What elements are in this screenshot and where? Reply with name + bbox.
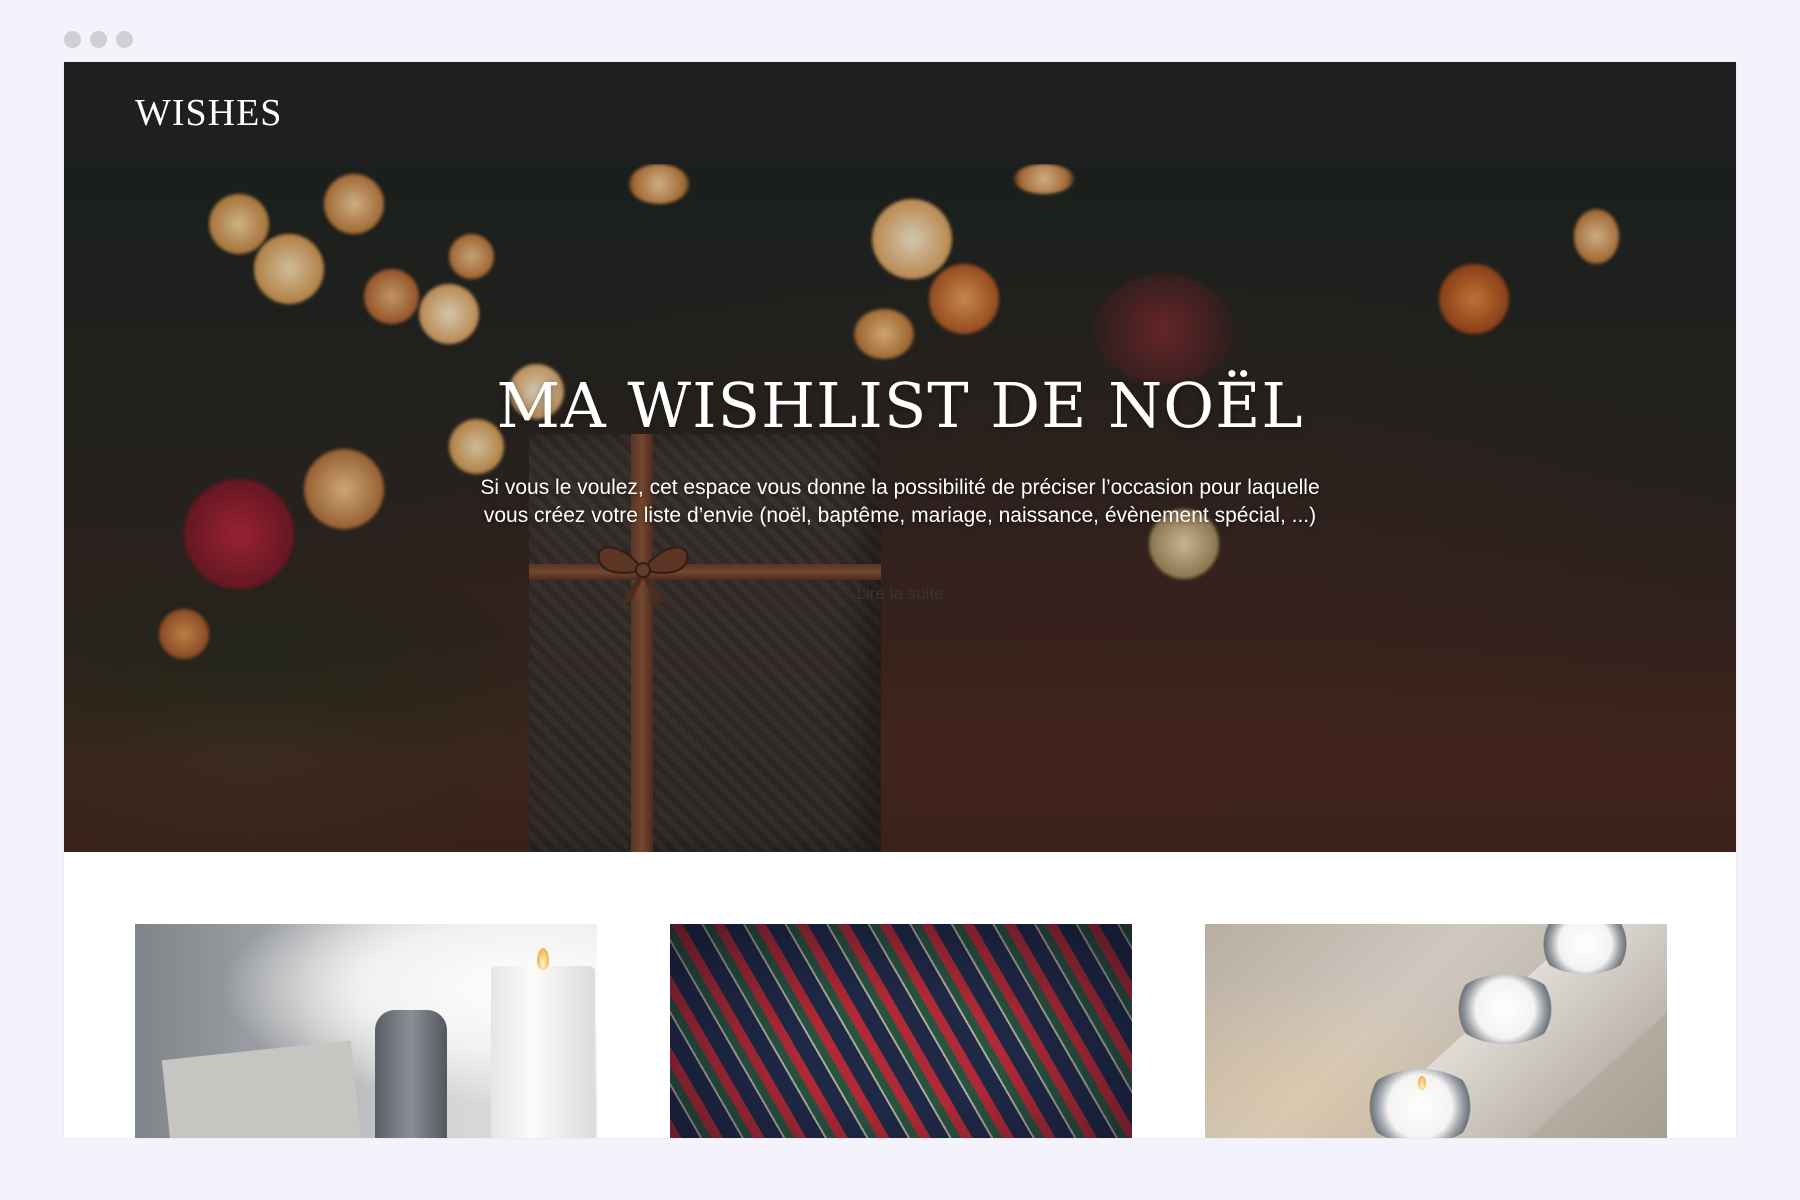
flame-icon: [1418, 1076, 1426, 1090]
card-image[interactable]: [670, 924, 1132, 1138]
flame-icon: [537, 948, 549, 970]
card-image[interactable]: [135, 924, 597, 1138]
tealight-icon: [1450, 974, 1560, 1044]
window-dot-icon: [64, 31, 81, 48]
candle-icon: [491, 966, 595, 1138]
browser-viewport: WISHES MA WISHLIST DE NOËL Si vous le vo…: [64, 62, 1736, 1138]
card-photo-detail: [161, 1040, 363, 1138]
site-logo[interactable]: WISHES: [135, 91, 282, 135]
hero-banner: MA WISHLIST DE NOËL Si vous le voulez, c…: [64, 164, 1736, 852]
read-more-link[interactable]: Lire la suite: [857, 584, 944, 604]
window-controls: [64, 31, 133, 48]
site-header: WISHES: [64, 62, 1736, 164]
card-image[interactable]: [1205, 924, 1667, 1138]
card-grid: [135, 924, 1667, 1138]
card-photo-detail: [670, 924, 1132, 1138]
hero-content: MA WISHLIST DE NOËL Si vous le voulez, c…: [64, 369, 1736, 604]
hero-title: MA WISHLIST DE NOËL: [496, 369, 1304, 442]
hero-description: Si vous le voulez, cet espace vous donne…: [480, 476, 1320, 527]
card-photo-detail: [375, 1010, 447, 1138]
window-dot-icon: [90, 31, 107, 48]
window-dot-icon: [116, 31, 133, 48]
